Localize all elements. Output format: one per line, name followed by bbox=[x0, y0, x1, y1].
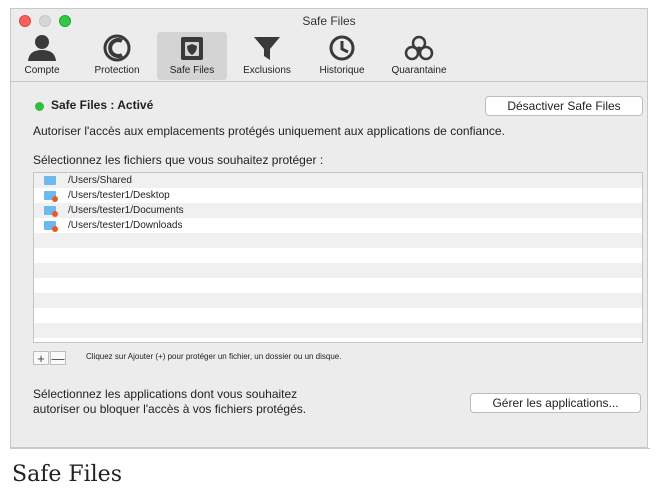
toolbar: Compte Protection Safe Files Exclusions bbox=[11, 31, 647, 82]
tab-historique[interactable]: Historique bbox=[309, 32, 375, 80]
empty-row bbox=[34, 338, 642, 342]
protected-files-list[interactable]: /Users/Shared /Users/tester1/Desktop /Us… bbox=[33, 172, 643, 343]
tab-safe-files-label: Safe Files bbox=[169, 65, 215, 76]
empty-row bbox=[34, 293, 642, 308]
protected-badge-icon bbox=[52, 226, 58, 232]
tab-compte-label: Compte bbox=[24, 65, 60, 76]
empty-row bbox=[34, 308, 642, 323]
caption: Safe Files bbox=[12, 462, 122, 487]
tab-quarantaine[interactable]: Quarantaine bbox=[381, 32, 457, 80]
window-title: Safe Files bbox=[302, 14, 356, 28]
deactivate-safe-files-button[interactable]: Désactiver Safe Files bbox=[485, 96, 643, 116]
safe-files-window: Safe Files Compte Protection Safe Files bbox=[10, 8, 648, 448]
list-item[interactable]: /Users/tester1/Downloads bbox=[34, 218, 642, 233]
tab-safe-files[interactable]: Safe Files bbox=[157, 32, 227, 80]
person-icon bbox=[28, 35, 56, 61]
file-path: /Users/tester1/Downloads bbox=[68, 220, 183, 231]
protected-badge-icon bbox=[52, 196, 58, 202]
clock-icon bbox=[329, 35, 355, 61]
status-label: Safe Files : Activé bbox=[51, 98, 154, 112]
tab-quarantaine-label: Quarantaine bbox=[391, 65, 447, 76]
status-indicator bbox=[35, 102, 44, 111]
access-description: Autoriser l'accès aux emplacements proté… bbox=[33, 124, 505, 138]
biohazard-icon bbox=[404, 35, 434, 61]
tab-exclusions[interactable]: Exclusions bbox=[233, 32, 301, 80]
tab-compte[interactable]: Compte bbox=[17, 32, 67, 80]
safe-shield-icon bbox=[181, 37, 203, 60]
add-hint: Cliquez sur Ajouter (+) pour protéger un… bbox=[86, 352, 342, 361]
empty-row bbox=[34, 248, 642, 263]
tab-exclusions-label: Exclusions bbox=[243, 65, 291, 76]
list-item[interactable]: /Users/tester1/Desktop bbox=[34, 188, 642, 203]
title-bar: Safe Files bbox=[11, 9, 647, 31]
safe-files-panel: Safe Files : Activé Désactiver Safe File… bbox=[11, 82, 647, 448]
tab-historique-label: Historique bbox=[319, 65, 365, 76]
empty-row bbox=[34, 233, 642, 248]
protected-badge-icon bbox=[52, 211, 58, 217]
tab-protection-label: Protection bbox=[94, 65, 140, 76]
add-button[interactable]: + bbox=[33, 351, 49, 365]
list-item[interactable]: /Users/Shared bbox=[34, 173, 642, 188]
divider bbox=[10, 448, 650, 449]
tab-protection[interactable]: Protection bbox=[85, 32, 149, 80]
shield-ring-icon bbox=[103, 34, 131, 62]
empty-row bbox=[34, 263, 642, 278]
manage-apps-button[interactable]: Gérer les applications... bbox=[470, 393, 641, 413]
file-path: /Users/tester1/Desktop bbox=[68, 190, 170, 201]
empty-row bbox=[34, 323, 642, 338]
filter-icon bbox=[254, 37, 280, 60]
remove-button[interactable]: — bbox=[50, 351, 66, 365]
apps-description: Sélectionnez les applications dont vous … bbox=[33, 387, 307, 416]
file-path: /Users/tester1/Documents bbox=[68, 205, 184, 216]
select-files-label: Sélectionnez les fichiers que vous souha… bbox=[33, 153, 324, 167]
file-path: /Users/Shared bbox=[68, 175, 132, 186]
list-item[interactable]: /Users/tester1/Documents bbox=[34, 203, 642, 218]
empty-row bbox=[34, 278, 642, 293]
folder-icon bbox=[44, 176, 56, 185]
